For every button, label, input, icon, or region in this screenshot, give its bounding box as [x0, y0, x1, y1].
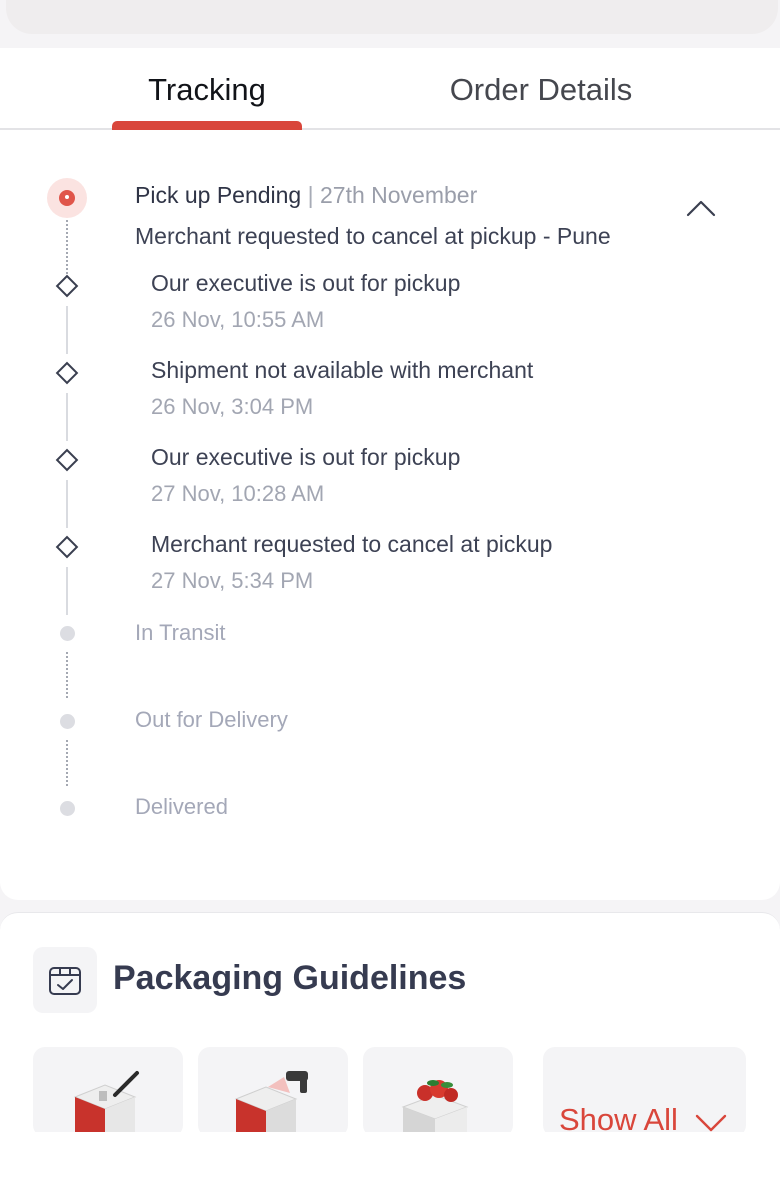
future-step-dot: [60, 626, 75, 641]
timeline-connector: [66, 480, 68, 528]
status-separator: |: [307, 182, 314, 208]
chevron-down-icon: [695, 1114, 727, 1132]
future-step-in-transit: In Transit: [135, 620, 226, 645]
future-step-dot: [60, 801, 75, 816]
event-time: 27 Nov, 10:28 AM: [151, 481, 325, 506]
packaging-title: Packaging Guidelines: [113, 959, 467, 997]
event-marker-icon: [55, 535, 79, 559]
current-status-description: Merchant requested to cancel at pickup -…: [135, 223, 611, 249]
event-time: 26 Nov, 3:04 PM: [151, 394, 314, 419]
bottom-bar: [0, 1132, 780, 1200]
event-text: Our executive is out for pickup: [151, 444, 461, 470]
event-marker-icon: [55, 274, 79, 298]
future-step-dot: [60, 714, 75, 729]
tab-bar: Tracking Order Details: [0, 48, 780, 130]
box-with-scanner-icon: [234, 1071, 308, 1137]
future-step-delivered: Delivered: [135, 794, 228, 819]
box-check-icon: [49, 967, 81, 995]
current-status-title: Pick up Pending | 27th November: [135, 182, 477, 209]
event-marker-icon: [55, 448, 79, 472]
box-with-pen-icon: [73, 1071, 139, 1137]
timeline-connector: [66, 220, 68, 282]
current-status-dot: [47, 178, 87, 218]
timeline-connector: [66, 740, 68, 786]
event-time: 26 Nov, 10:55 AM: [151, 307, 325, 332]
guideline-tile-fragile[interactable]: [363, 1047, 513, 1137]
tab-tracking[interactable]: Tracking: [112, 72, 302, 108]
guideline-tile-label[interactable]: [198, 1047, 348, 1137]
event-text: Merchant requested to cancel at pickup: [151, 531, 553, 557]
timeline-connector: [66, 393, 68, 441]
tracking-timeline: Pick up Pending | 27th November Merchant…: [0, 130, 780, 900]
status-date: 27th November: [320, 182, 478, 208]
event-text: Our executive is out for pickup: [151, 270, 461, 296]
guideline-tile-seal[interactable]: [33, 1047, 183, 1137]
event-marker-icon: [55, 361, 79, 385]
status-name: Pick up Pending: [135, 182, 302, 208]
previous-card: [6, 0, 778, 34]
timeline-connector: [66, 652, 68, 698]
tracking-card: Tracking Order Details Pick up Pending |…: [0, 48, 780, 900]
future-step-out-for-delivery: Out for Delivery: [135, 707, 288, 732]
show-all-button[interactable]: Show All: [543, 1047, 746, 1137]
chevron-up-icon[interactable]: [684, 196, 718, 220]
previous-card-area: [0, 0, 780, 48]
box-with-fragile-items-icon: [401, 1080, 469, 1137]
event-text: Shipment not available with merchant: [151, 357, 534, 383]
timeline-connector: [66, 567, 68, 615]
event-time: 27 Nov, 5:34 PM: [151, 568, 314, 593]
tab-order-details[interactable]: Order Details: [430, 72, 652, 108]
active-tab-indicator: [112, 121, 302, 130]
timeline-connector: [66, 306, 68, 354]
packaging-icon-box: [33, 947, 97, 1013]
